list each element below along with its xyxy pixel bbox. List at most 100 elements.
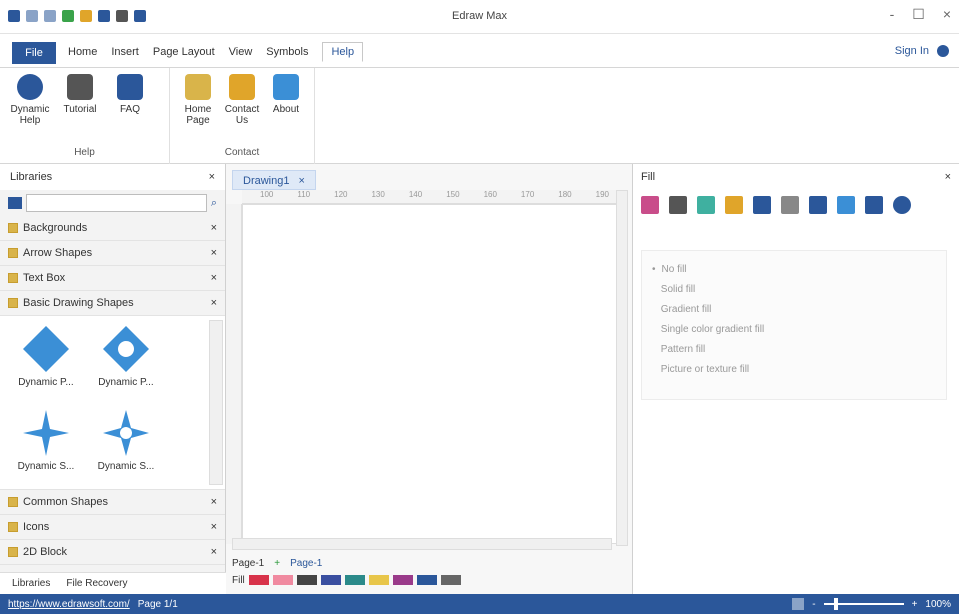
tab-view[interactable]: View: [229, 46, 253, 62]
canvas-horizontal-scrollbar[interactable]: [232, 538, 612, 550]
style-icon[interactable]: [725, 196, 743, 214]
library-search-input[interactable]: [26, 194, 207, 212]
star-ring-shape-icon: [103, 410, 149, 456]
library-item-basic-drawing-shapes[interactable]: Basic Drawing Shapes ×: [0, 291, 225, 316]
folder-icon: [8, 522, 18, 532]
folder-icon: [8, 298, 18, 308]
theme-icon[interactable]: [753, 196, 771, 214]
zoom-in-button[interactable]: +: [912, 599, 918, 610]
shape-dynamic-s-1[interactable]: Dynamic S...: [6, 408, 86, 472]
ribbon-tabs: Home Insert Page Layout View Symbols Hel…: [68, 42, 364, 62]
shape-dynamic-p-1[interactable]: Dynamic P...: [6, 324, 86, 388]
tab-page-layout[interactable]: Page Layout: [153, 46, 215, 62]
sign-in-link[interactable]: Sign In: [895, 45, 929, 57]
about-button[interactable]: About: [266, 74, 306, 115]
contact-group-label: Contact: [224, 147, 260, 158]
library-item-common-shapes[interactable]: Common Shapes ×: [0, 490, 225, 515]
shape-dynamic-p-2[interactable]: Dynamic P...: [86, 324, 166, 388]
tab-symbols[interactable]: Symbols: [266, 46, 308, 62]
page-indicator: Page 1/1: [137, 598, 178, 610]
color-swatch[interactable]: [320, 575, 341, 585]
color-swatch[interactable]: [392, 575, 413, 585]
tab-help[interactable]: Help: [322, 42, 364, 62]
minimize-button[interactable]: -: [890, 6, 895, 23]
line-icon[interactable]: [669, 196, 687, 214]
help-group: Dynamic Help Tutorial FAQ Help: [0, 68, 170, 164]
libraries-header: Libraries ×: [0, 164, 225, 190]
close-icon[interactable]: ×: [211, 521, 217, 533]
diamond-ring-shape-icon: [103, 326, 149, 372]
color-swatch[interactable]: [248, 575, 269, 585]
gear-icon[interactable]: [937, 45, 949, 57]
drawing-page[interactable]: [242, 204, 618, 544]
library-item-backgrounds[interactable]: Backgrounds ×: [0, 216, 225, 241]
title-bar: Edraw Max - ☐ ×: [0, 0, 959, 34]
document-tab[interactable]: Drawing1 ×: [232, 170, 316, 190]
hyperlink-icon[interactable]: [809, 196, 827, 214]
canvas-vertical-scrollbar[interactable]: [616, 190, 628, 546]
shape-dynamic-s-2[interactable]: Dynamic S...: [86, 408, 166, 472]
help-icon[interactable]: [893, 196, 911, 214]
window-title: Edraw Max: [451, 10, 508, 22]
close-button[interactable]: ×: [943, 6, 951, 23]
color-swatch[interactable]: [344, 575, 365, 585]
library-item-text-box[interactable]: Text Box ×: [0, 266, 225, 291]
library-menu-icon[interactable]: [8, 197, 22, 209]
fill-options: • No fill Solid fill Gradient fill Single…: [641, 250, 947, 400]
shape-gallery: Dynamic P... Dynamic P... Dynamic S... D…: [0, 316, 225, 490]
tab-home[interactable]: Home: [68, 46, 97, 62]
close-icon[interactable]: ×: [211, 222, 217, 234]
close-icon[interactable]: ×: [945, 171, 951, 183]
tab-libraries[interactable]: Libraries: [12, 578, 50, 589]
file-tab[interactable]: File: [12, 42, 56, 64]
fill-option-solid[interactable]: Solid fill: [652, 279, 936, 299]
fill-option-gradient[interactable]: Gradient fill: [652, 299, 936, 319]
color-swatch[interactable]: [368, 575, 389, 585]
website-link[interactable]: https://www.edrawsoft.com/: [8, 599, 130, 610]
fill-option-picture[interactable]: Picture or texture fill: [652, 359, 936, 379]
fill-option-pattern[interactable]: Pattern fill: [652, 339, 936, 359]
close-icon[interactable]: ×: [211, 272, 217, 284]
account-area: Sign In: [895, 45, 949, 57]
zoom-slider[interactable]: [823, 598, 904, 610]
tab-file-recovery[interactable]: File Recovery: [66, 578, 127, 589]
close-icon[interactable]: ×: [209, 171, 215, 183]
color-swatch[interactable]: [440, 575, 461, 585]
fill-option-no-fill[interactable]: • No fill: [652, 259, 936, 279]
zoom-slider-knob[interactable]: [833, 598, 838, 610]
maximize-button[interactable]: ☐: [912, 6, 925, 23]
shadow-icon[interactable]: [697, 196, 715, 214]
fill-label: Fill: [232, 574, 245, 586]
contact-group: Home Page Contact Us About Contact: [170, 68, 315, 164]
data-icon[interactable]: [837, 196, 855, 214]
library-item-icons[interactable]: Icons ×: [0, 515, 225, 540]
color-swatch[interactable]: [272, 575, 293, 585]
fill-icon[interactable]: [641, 196, 659, 214]
page-icon[interactable]: [781, 196, 799, 214]
contact-us-button[interactable]: Contact Us: [222, 74, 262, 126]
faq-button[interactable]: FAQ: [110, 74, 150, 115]
zoom-out-button[interactable]: -: [812, 599, 815, 610]
search-icon[interactable]: ⌕: [211, 197, 217, 210]
tab-insert[interactable]: Insert: [111, 46, 139, 62]
color-swatch[interactable]: [296, 575, 317, 585]
color-swatch[interactable]: [416, 575, 437, 585]
library-scrollbar[interactable]: [209, 320, 223, 485]
close-icon[interactable]: ×: [211, 247, 217, 259]
tutorial-button[interactable]: Tutorial: [60, 74, 100, 115]
fit-icon[interactable]: [792, 598, 805, 610]
close-icon[interactable]: ×: [211, 496, 217, 508]
page-tab[interactable]: Page-1: [232, 558, 264, 569]
library-item-arrow-shapes[interactable]: Arrow Shapes ×: [0, 241, 225, 266]
folder-icon: [8, 547, 18, 557]
close-icon[interactable]: ×: [211, 546, 217, 558]
home-page-button[interactable]: Home Page: [178, 74, 218, 126]
comment-icon[interactable]: [865, 196, 883, 214]
close-icon[interactable]: ×: [211, 297, 217, 309]
close-icon[interactable]: ×: [299, 175, 305, 187]
active-page-tab[interactable]: Page-1: [290, 558, 322, 569]
fill-option-single-color-gradient[interactable]: Single color gradient fill: [652, 319, 936, 339]
dynamic-help-button[interactable]: Dynamic Help: [10, 74, 50, 126]
library-item-2d-block[interactable]: 2D Block ×: [0, 540, 225, 565]
add-page-icon[interactable]: +: [274, 558, 280, 569]
